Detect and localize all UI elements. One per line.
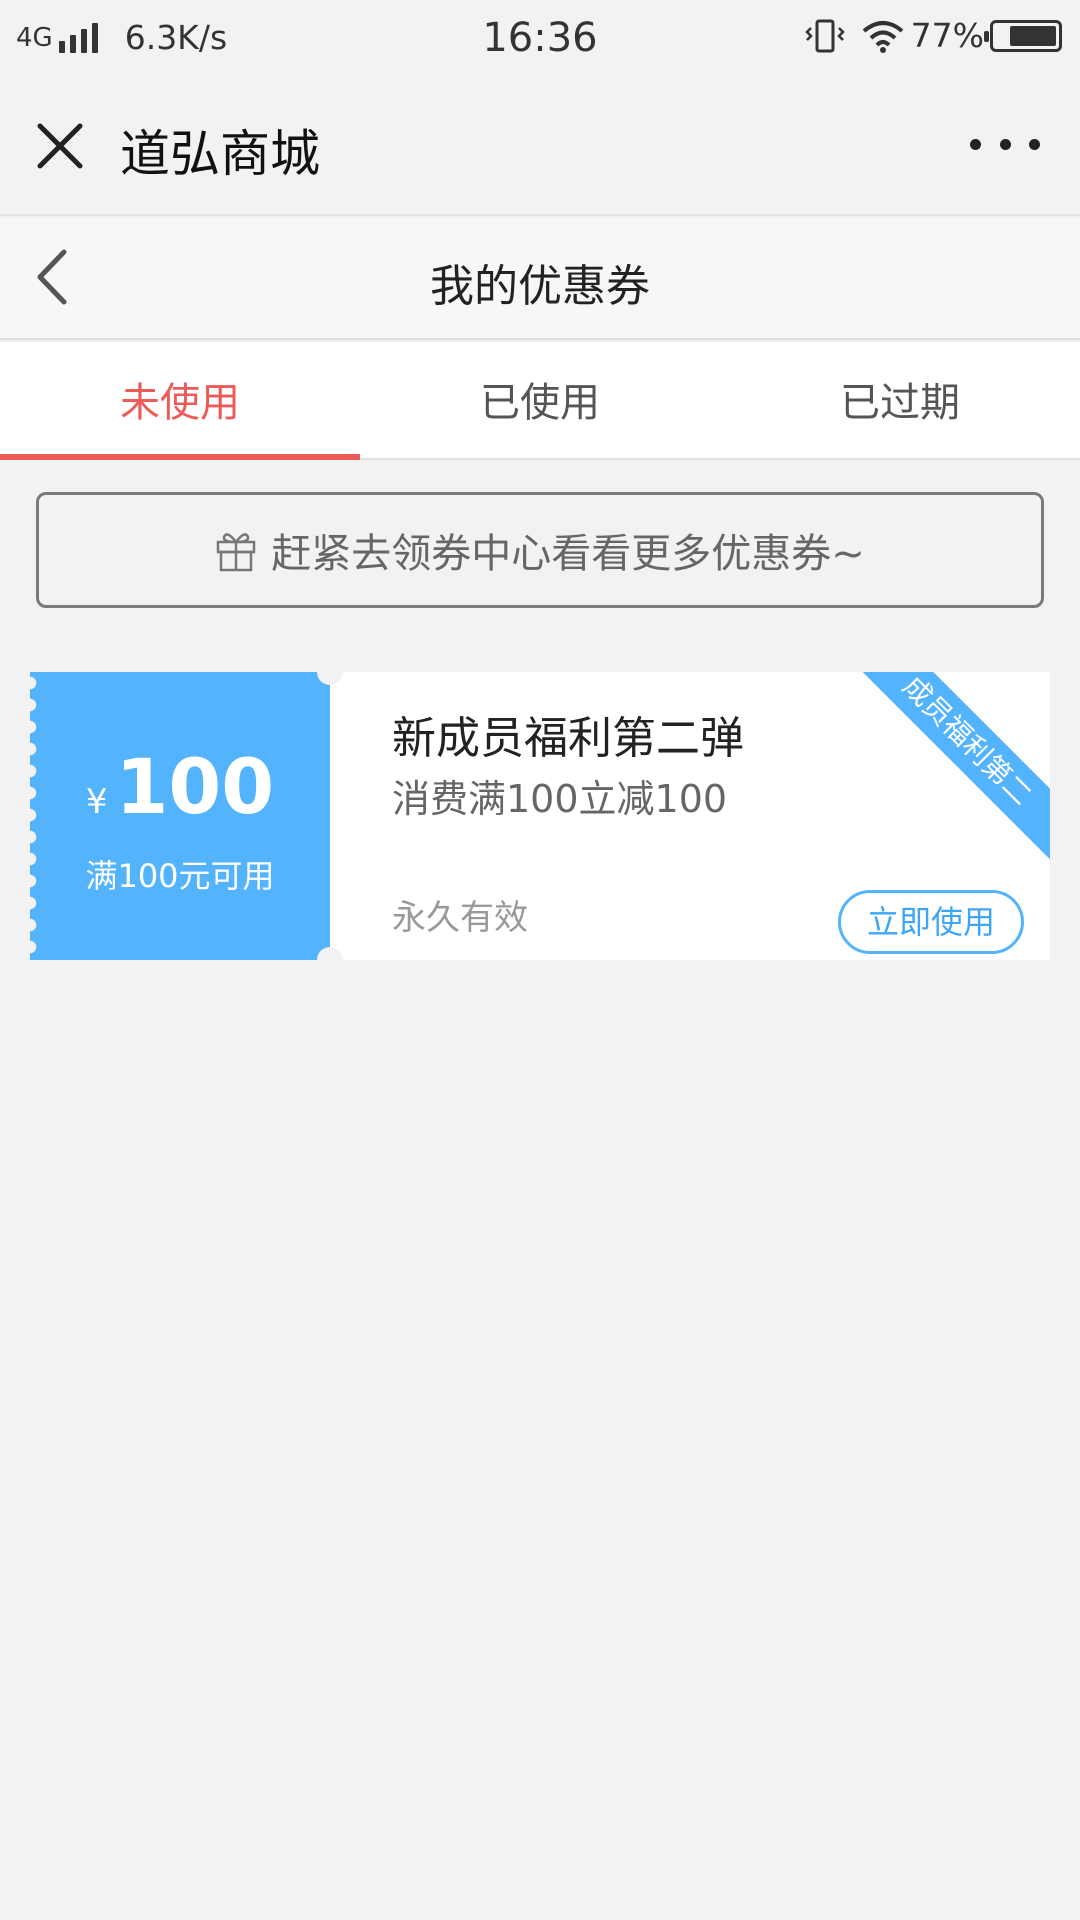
coupon-condition: 满100元可用 (85, 857, 275, 895)
status-right: 77% (804, 16, 1062, 55)
banner-text: 赶紧去领券中心看看更多优惠券~ (271, 531, 865, 577)
use-now-button[interactable]: 立即使用 (838, 890, 1024, 954)
coupon-card: ¥ 100 满100元可用 新成员福利第二弹 消费满100立减100 永久有效 … (30, 672, 1050, 960)
coupon-validity: 永久有效 (392, 898, 528, 938)
coupon-ribbon: 成员福利第二 (846, 672, 1050, 862)
status-bar: 4G 6.3K/s 16:36 77% (0, 0, 1080, 74)
tab-unused[interactable]: 未使用 (0, 342, 360, 460)
wifi-icon (862, 20, 903, 53)
app-header: 道弘商城 (0, 74, 1080, 216)
currency-symbol: ¥ (85, 782, 108, 822)
tab-used[interactable]: 已使用 (360, 342, 720, 458)
tab-expired[interactable]: 已过期 (720, 342, 1080, 458)
amount-value: 100 (115, 742, 275, 831)
page-title: 我的优惠券 (430, 261, 650, 312)
battery-icon (984, 19, 1062, 52)
vibrate-icon (804, 19, 845, 52)
coupon-center-button[interactable]: 赶紧去领券中心看看更多优惠券~ (36, 492, 1044, 608)
close-icon[interactable] (30, 116, 90, 176)
page-nav: 我的优惠券 (0, 218, 1080, 340)
coupon-tabs: 未使用 已使用 已过期 (0, 342, 1080, 460)
battery-percent: 77% (910, 16, 984, 55)
app-title: 道弘商城 (120, 125, 320, 183)
coupon-details: 新成员福利第二弹 消费满100立减100 永久有效 立即使用 成员福利第二 (360, 672, 1050, 960)
battery-level (1009, 25, 1056, 46)
gift-icon (216, 533, 256, 572)
coupon-title: 新成员福利第二弹 (392, 713, 744, 764)
coupon-value-panel: ¥ 100 满100元可用 (30, 672, 330, 960)
coupon-amount: ¥ 100 (30, 672, 330, 831)
more-icon[interactable] (970, 124, 1040, 164)
coupon-description: 消费满100立减100 (392, 777, 728, 821)
